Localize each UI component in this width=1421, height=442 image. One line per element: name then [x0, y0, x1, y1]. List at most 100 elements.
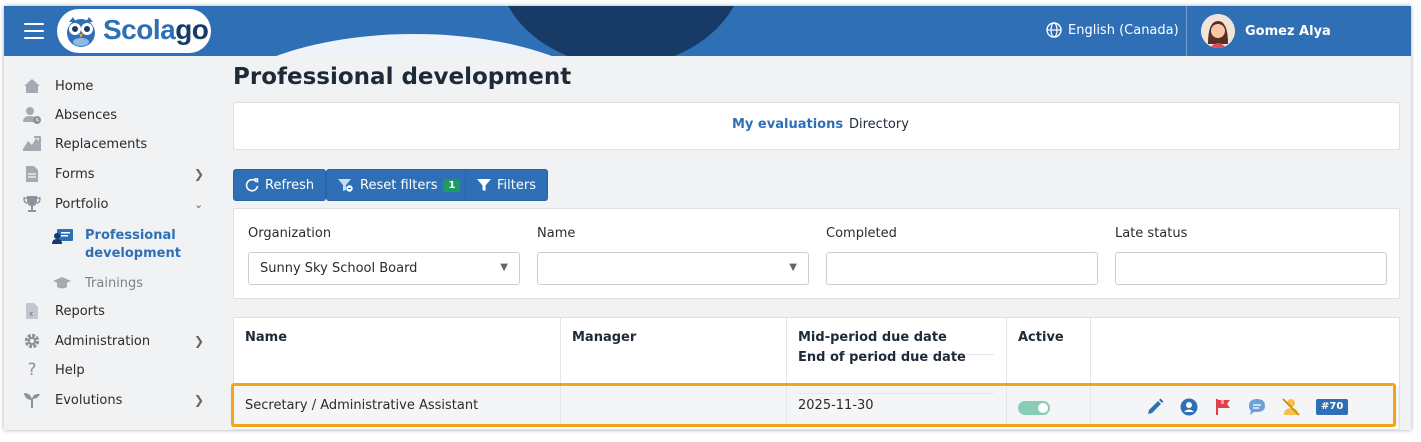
sidebar-item-label: Forms: [55, 166, 95, 182]
sidebar-item-label: Administration: [55, 333, 151, 349]
user-name: Gomez Alya: [1245, 23, 1331, 39]
sidebar-item-label: Home: [55, 78, 94, 94]
column-divider: [1090, 387, 1091, 427]
reports-icon: x: [22, 301, 42, 321]
sidebar-item-reports[interactable]: x Reports: [4, 297, 216, 325]
sidebar-item-replacements[interactable]: Replacements: [4, 130, 216, 158]
column-header-mid-due-date[interactable]: Mid-period due date: [798, 330, 947, 345]
replacement-icon: [22, 134, 42, 154]
active-filter-count-badge: 1: [443, 178, 461, 192]
sprout-icon: [22, 390, 42, 410]
name-filter-label: Name: [537, 226, 576, 241]
brand-name: Scolago: [103, 14, 209, 46]
sidebar-item-label: Reports: [55, 303, 105, 319]
language-selector[interactable]: English (Canada): [1046, 22, 1179, 38]
organization-value: Sunny Sky School Board: [260, 261, 418, 276]
top-bar: Scolago English (Canada) Gomez Alya: [4, 6, 1411, 56]
filters-button[interactable]: Filters: [465, 169, 548, 201]
column-divider: [786, 318, 787, 387]
sidebar-item-forms[interactable]: Forms ❯: [4, 160, 216, 188]
header-divider: [1186, 6, 1187, 56]
flag-icon[interactable]: [1212, 396, 1234, 418]
refresh-label: Refresh: [265, 177, 315, 193]
evaluations-table: Name Manager Mid-period due date End of …: [233, 317, 1400, 430]
sidebar-item-label: Absences: [55, 107, 118, 123]
edit-pencil-icon[interactable]: [1144, 396, 1166, 418]
graduation-cap-icon: [52, 276, 74, 294]
user-profile-icon[interactable]: [1178, 396, 1200, 418]
sidebar-item-administration[interactable]: Administration ❯: [4, 327, 216, 355]
page-title: Professional development: [233, 64, 572, 90]
help-icon: ?: [27, 360, 37, 380]
tabs-bar: My evaluations Directory: [233, 102, 1400, 150]
avatar: [1201, 14, 1235, 48]
sidebar-subitem-label: Professional development: [85, 228, 181, 261]
completed-field[interactable]: [826, 252, 1098, 285]
hamburger-menu-icon[interactable]: [24, 23, 44, 39]
column-header-name[interactable]: Name: [245, 330, 287, 345]
scolago-logo[interactable]: Scolago: [57, 9, 211, 53]
globe-icon: [1046, 22, 1062, 38]
row-end-due-date: 2025-11-30: [798, 398, 874, 413]
no-manager-icon[interactable]: [1280, 396, 1302, 418]
table-row[interactable]: Secretary / Administrative Assistant 202…: [234, 387, 1399, 427]
row-name: Secretary / Administrative Assistant: [245, 398, 479, 413]
forms-icon: [22, 164, 42, 184]
filters-label: Filters: [497, 177, 536, 193]
column-header-active[interactable]: Active: [1018, 330, 1064, 345]
logo-area: Scolago: [4, 6, 216, 56]
sidebar-item-label: Evolutions: [55, 392, 123, 408]
sidebar-item-absences[interactable]: Absences: [4, 101, 216, 129]
column-header-end-due-date[interactable]: End of period due date: [798, 350, 966, 365]
organization-label: Organization: [248, 226, 332, 241]
home-icon: [22, 76, 42, 96]
sidebar-item-home[interactable]: Home: [4, 72, 216, 100]
chevron-down-icon: ⌄: [194, 197, 204, 211]
professional-development-icon: [52, 228, 74, 246]
trophy-icon: [22, 194, 42, 214]
late-status-label: Late status: [1115, 226, 1188, 241]
header-decoration-dark: [496, 6, 746, 56]
tab-directory[interactable]: Directory: [849, 117, 909, 132]
late-status-field[interactable]: [1115, 252, 1387, 285]
chevron-right-icon: ❯: [194, 167, 205, 181]
chevron-right-icon: ❯: [194, 334, 205, 348]
caret-down-icon: ▼: [789, 262, 797, 273]
column-divider: [560, 318, 561, 387]
refresh-button[interactable]: Refresh: [233, 169, 327, 201]
filter-reset-icon: [338, 179, 353, 192]
user-menu[interactable]: Gomez Alya: [1201, 14, 1331, 48]
column-divider: [1090, 318, 1091, 387]
sidebar-subitem-trainings[interactable]: Trainings: [4, 272, 216, 298]
sidebar-item-help[interactable]: ? Help: [4, 356, 216, 384]
column-divider: [1006, 387, 1007, 427]
column-divider: [786, 387, 787, 427]
gear-icon: [22, 331, 42, 351]
name-select[interactable]: ▼: [537, 252, 809, 285]
chevron-right-icon: ❯: [194, 393, 205, 407]
sidebar-item-portfolio[interactable]: Portfolio ⌄: [4, 190, 216, 218]
active-toggle[interactable]: [1018, 401, 1050, 415]
evaluation-id-badge[interactable]: #70: [1316, 399, 1349, 415]
brand-name-accent: go: [175, 14, 209, 45]
completed-label: Completed: [826, 226, 897, 241]
refresh-icon: [245, 178, 259, 192]
sidebar-item-label: Portfolio: [55, 196, 109, 212]
language-label: English (Canada): [1068, 22, 1179, 38]
absence-icon: [22, 105, 42, 125]
column-header-manager[interactable]: Manager: [572, 330, 636, 345]
sidebar-item-label: Help: [55, 362, 85, 378]
date-subdivider: [798, 393, 994, 394]
reset-filters-button[interactable]: Reset filters 1: [326, 169, 473, 201]
organization-select[interactable]: Sunny Sky School Board ▼: [248, 252, 520, 285]
sidebar-item-label: Replacements: [55, 136, 148, 152]
sidebar-subitem-label: Trainings: [85, 276, 144, 291]
filter-icon: [477, 179, 491, 191]
sidebar-item-evolutions[interactable]: Evolutions ❯: [4, 386, 216, 414]
sidebar-subitem-professional-development[interactable]: Professional development: [4, 224, 216, 264]
tab-my-evaluations[interactable]: My evaluations: [732, 117, 843, 132]
comment-icon[interactable]: [1246, 396, 1268, 418]
reset-filters-label: Reset filters: [360, 177, 438, 193]
column-divider: [560, 387, 561, 427]
svg-text:x: x: [29, 310, 33, 318]
